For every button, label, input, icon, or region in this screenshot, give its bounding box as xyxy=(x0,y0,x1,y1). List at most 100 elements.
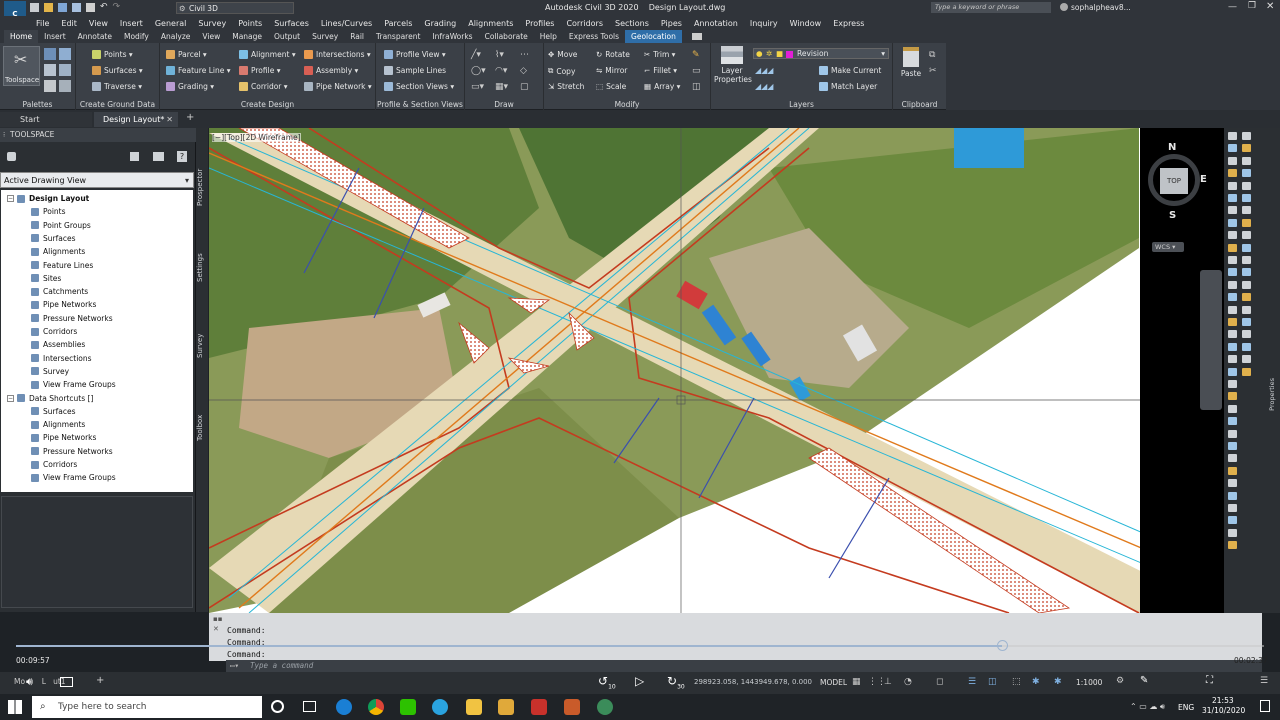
edge-icon[interactable] xyxy=(336,699,352,715)
selection-cycling-icon[interactable]: ⬚ xyxy=(1012,677,1021,687)
make-current-button[interactable]: Make Current xyxy=(819,66,881,75)
tool-palette-icon[interactable] xyxy=(1228,429,1237,438)
tree-item[interactable]: −Assemblies xyxy=(21,340,85,349)
user-name[interactable]: sophalpheav8... xyxy=(1071,3,1131,12)
menu-lines-curves[interactable]: Lines/Curves xyxy=(315,19,378,28)
tab-express-tools[interactable]: Express Tools xyxy=(563,30,625,43)
menu-inquiry[interactable]: Inquiry xyxy=(744,19,784,28)
task-view-icon[interactable] xyxy=(303,701,316,712)
add-layout-button[interactable]: + xyxy=(96,675,104,686)
tree-item[interactable]: −Pressure Networks xyxy=(21,314,113,323)
taskbar-search-box[interactable]: ⌕ Type here to search xyxy=(32,696,262,718)
sample-lines-button[interactable]: Sample Lines xyxy=(384,66,446,75)
scale-button[interactable]: ⬚ Scale xyxy=(596,82,626,91)
panel-title-profile-section[interactable]: Profile & Section Views xyxy=(376,100,464,109)
modify-extra-icon-1[interactable]: ✎ xyxy=(692,50,700,60)
menu-edit[interactable]: Edit xyxy=(55,19,83,28)
tool-palette-icon[interactable] xyxy=(1228,181,1237,190)
surfaces-button[interactable]: Surfaces ▾ xyxy=(92,66,143,75)
tab-geolocation[interactable]: Geolocation xyxy=(625,30,682,43)
annotation-monitor-icon[interactable]: ✱ xyxy=(1032,677,1040,687)
layout-tabs-text[interactable]: Mo L ut1 xyxy=(14,677,66,686)
expand-toggle-icon[interactable]: − xyxy=(7,394,14,402)
draw-extra-icon-1[interactable]: ⋯ xyxy=(520,50,529,60)
tool-palette-icon[interactable] xyxy=(1228,392,1237,401)
menu-pipes[interactable]: Pipes xyxy=(655,19,688,28)
layer-properties-button[interactable]: Layer Properties xyxy=(714,46,752,90)
tool-palette-icon[interactable] xyxy=(1228,206,1237,215)
menu-grading[interactable]: Grading xyxy=(418,19,462,28)
layer-dropdown[interactable]: ● ✲ ■ Revision ▾ xyxy=(753,48,889,59)
video-progress-knob[interactable] xyxy=(996,640,1008,651)
ortho-icon[interactable]: ⊥ xyxy=(884,677,892,687)
profile-button[interactable]: Profile ▾ xyxy=(239,66,280,75)
captions-icon[interactable] xyxy=(60,677,73,687)
tree-item[interactable]: −View Frame Groups xyxy=(21,380,116,389)
side-tab-toolbox[interactable]: Toolbox xyxy=(196,408,208,448)
geo-app-icon[interactable] xyxy=(597,699,613,715)
tree-item[interactable]: −Pipe Networks xyxy=(21,433,96,442)
menu-annotation[interactable]: Annotation xyxy=(688,19,744,28)
user-icon[interactable] xyxy=(1060,3,1068,11)
transparency-icon[interactable]: ◫ xyxy=(988,677,997,687)
pen-icon[interactable]: ✎ xyxy=(1140,675,1148,686)
tool-palette-icon[interactable] xyxy=(1228,504,1237,512)
draw-extra-icon-2[interactable]: ◇ xyxy=(520,66,527,76)
panel-title-palettes[interactable]: Palettes xyxy=(0,100,75,109)
tab-insert[interactable]: Insert xyxy=(38,30,72,43)
toolspace-settings-icon[interactable] xyxy=(7,152,16,161)
panel-title-ground[interactable]: Create Ground Data xyxy=(76,100,159,109)
tool-palette-icon[interactable] xyxy=(1228,132,1237,140)
mirror-button[interactable]: ⇋ Mirror xyxy=(596,66,627,75)
tool-palette-icon[interactable] xyxy=(1228,330,1237,339)
tree-item[interactable]: − Design Layout xyxy=(7,194,89,203)
tool-palette-icon[interactable] xyxy=(1242,218,1251,227)
menu-alignments[interactable]: Alignments xyxy=(462,19,519,28)
grid-icon[interactable]: ▦ xyxy=(852,677,861,687)
palette-icon-6[interactable] xyxy=(59,80,71,92)
feature-line-button[interactable]: Feature Line ▾ xyxy=(166,66,231,75)
tool-palette-icon[interactable] xyxy=(1228,169,1237,178)
model-space-toggle[interactable]: MODEL xyxy=(820,678,847,687)
menu-express[interactable]: Express xyxy=(827,19,870,28)
menu-general[interactable]: General xyxy=(149,19,193,28)
tool-palette-icon[interactable] xyxy=(1228,516,1237,525)
match-layer-button[interactable]: Match Layer xyxy=(819,82,877,91)
cortana-icon[interactable] xyxy=(271,700,284,713)
tool-palette-icon[interactable] xyxy=(1228,454,1237,463)
circle-icon[interactable]: ◯▾ xyxy=(471,66,486,76)
tool-palette-icon[interactable] xyxy=(1242,318,1251,326)
active-drawing-view-dropdown[interactable]: Active Drawing View ▾ xyxy=(0,172,194,188)
tab-view[interactable]: View xyxy=(196,30,226,43)
tool-palette-icon[interactable] xyxy=(1242,243,1251,252)
viewport-controls-label[interactable]: [−][Top][2D Wireframe] xyxy=(212,133,301,142)
osnap-icon[interactable]: ◻ xyxy=(936,677,943,687)
tool-palette-icon[interactable] xyxy=(1228,268,1237,277)
stretch-button[interactable]: ⇲ Stretch xyxy=(548,82,584,91)
viewcube[interactable]: N TOP E S xyxy=(1146,142,1207,221)
tree-item[interactable]: −Point Groups xyxy=(21,221,91,230)
tab-rail[interactable]: Rail xyxy=(344,30,370,43)
palette-icon-3[interactable] xyxy=(44,64,56,76)
tool-palette-icon[interactable] xyxy=(1228,305,1237,314)
toolspace-tree-icon[interactable] xyxy=(130,152,139,161)
tool-palette-icon[interactable] xyxy=(1228,256,1237,264)
tree-item[interactable]: −View Frame Groups xyxy=(21,473,116,482)
assembly-button[interactable]: Assembly ▾ xyxy=(304,66,358,75)
panel-title-design[interactable]: Create Design xyxy=(160,100,375,109)
tree-item[interactable]: −Points xyxy=(21,207,66,216)
wcs-menu[interactable]: WCS ▾ xyxy=(1152,242,1184,252)
tree-item[interactable]: −Intersections xyxy=(21,354,92,363)
tree-item[interactable]: −Alignments xyxy=(21,420,85,429)
coordinates-readout[interactable]: 298923.058, 1443949.678, 0.000 xyxy=(694,678,812,686)
redo-icon[interactable]: ↷ xyxy=(113,3,121,12)
tab-annotate[interactable]: Annotate xyxy=(72,30,118,43)
tool-palette-icon[interactable] xyxy=(1242,268,1251,277)
panel-title-draw[interactable]: Draw xyxy=(465,100,543,109)
tree-item[interactable]: −Survey xyxy=(21,367,69,376)
menu-surfaces[interactable]: Surfaces xyxy=(268,19,315,28)
help-icon[interactable]: ? xyxy=(177,151,187,162)
profile-view-button[interactable]: Profile View ▾ xyxy=(384,50,446,59)
menu-points[interactable]: Points xyxy=(232,19,268,28)
toolspace-view-icon[interactable] xyxy=(153,152,164,161)
